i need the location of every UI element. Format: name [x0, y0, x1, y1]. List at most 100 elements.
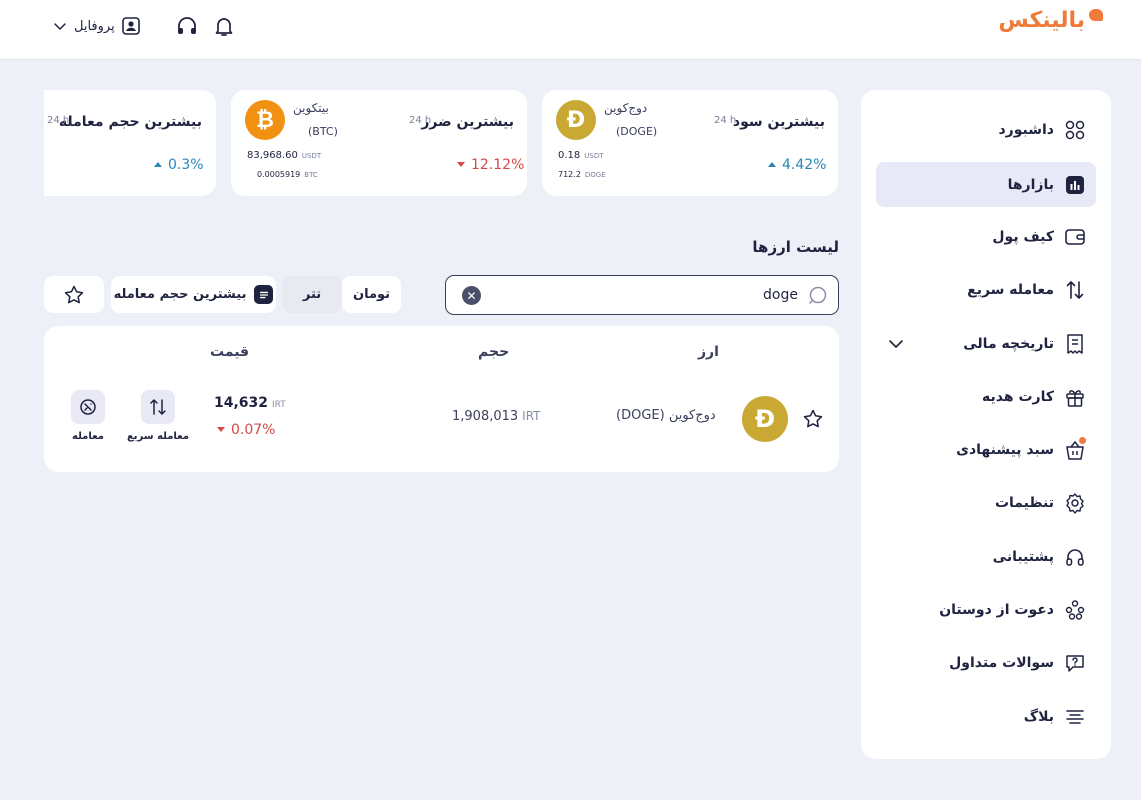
trade-button[interactable]: معامله: [58, 390, 118, 442]
coin-symbol: (DOGE): [616, 125, 658, 138]
period-label: 24 h: [714, 115, 737, 126]
favorites-filter-button[interactable]: [44, 276, 104, 313]
price-usdt: 83,968.60 USDT: [247, 150, 322, 161]
search-icon: [809, 286, 827, 304]
sidebar-item-suggested-basket[interactable]: سبد پیشنهادی: [876, 427, 1096, 472]
card-title: بیشترین حجم معامله: [58, 114, 202, 130]
price-change: 0.07%: [217, 422, 275, 438]
top-gain-card[interactable]: بیشترین سود 24 h Ð دوج‌کوین (DOGE) 0.18 U…: [542, 90, 838, 196]
card-title: بیشترین ضرر: [421, 114, 514, 130]
triangle-up-icon: [154, 162, 162, 167]
logo[interactable]: بالینکس: [998, 8, 1103, 33]
star-icon[interactable]: [802, 408, 824, 430]
triangle-down-icon: [457, 162, 465, 167]
sidebar-item-dashboard[interactable]: داشبورد: [876, 107, 1096, 152]
change-percent: 4.42%: [768, 157, 826, 173]
volume-value: 1,908,013 IRT: [452, 409, 541, 424]
trade-label: معامله: [72, 431, 104, 442]
column-header-price: قیمت: [210, 344, 250, 360]
chevron-down-icon[interactable]: [886, 334, 906, 354]
logo-text: بالینکس: [998, 8, 1085, 33]
bell-icon[interactable]: [212, 14, 236, 38]
sidebar-item-label: بلاگ: [1023, 708, 1054, 725]
headset-icon[interactable]: [175, 14, 199, 38]
logo-mark-icon: [1089, 9, 1103, 21]
column-header-volume: حجم: [478, 344, 510, 360]
sidebar-item-label: تاریخچه مالی: [963, 335, 1054, 352]
currency-table: ارز حجم قیمت Ð دوج‌کوین (DOGE) 1,908,013…: [44, 326, 839, 472]
filter-tether-button[interactable]: تتر: [282, 276, 342, 313]
price-btc: 0.0005919 BTC: [257, 170, 318, 179]
price-doge: 712.2 DOGE: [558, 170, 606, 179]
change-percent: 12.12%: [457, 157, 524, 173]
faq-icon: [1066, 654, 1084, 672]
star-icon: [64, 285, 84, 303]
sidebar-item-financial-history[interactable]: تاریخچه مالی: [876, 321, 1096, 366]
filter-toman-button[interactable]: تومان: [342, 276, 401, 313]
sidebar-item-faq[interactable]: سوالات متداول: [876, 640, 1096, 685]
wallet-icon: [1065, 228, 1085, 245]
doge-coin-icon: Ð: [742, 396, 788, 442]
sidebar-item-label: دعوت از دوستان: [939, 601, 1054, 618]
doge-coin-icon: Ð: [556, 100, 596, 140]
sort-label: بیشترین حجم معامله: [113, 287, 247, 302]
top-loss-card[interactable]: بیشترین ضرر 24 h ₿ بیتکوین (BTC) 83,968.…: [231, 90, 527, 196]
header-actions: پروفایل: [52, 13, 141, 39]
sidebar-item-label: کارت هدیه: [982, 388, 1054, 405]
headset-icon: [1066, 548, 1084, 566]
sidebar-item-invite-friends[interactable]: دعوت از دوستان: [876, 587, 1096, 632]
coin-name: دوج‌کوین (DOGE): [616, 408, 716, 423]
sort-dropdown[interactable]: بیشترین حجم معامله: [111, 276, 276, 313]
sidebar-item-label: تنظیمات: [994, 494, 1054, 511]
top-header: بالینکس پروفایل: [0, 0, 1141, 60]
sidebar-item-wallet[interactable]: کیف پول: [876, 214, 1096, 259]
change-percent: 0.3%: [154, 157, 204, 173]
sidebar-item-gift-card[interactable]: کارت هدیه: [876, 374, 1096, 419]
user-icon: [121, 17, 140, 35]
sidebar-item-label: معامله سریع: [967, 281, 1054, 298]
bitcoin-coin-icon: ₿: [245, 100, 285, 140]
notification-dot: [1079, 437, 1086, 444]
profile-menu[interactable]: پروفایل: [52, 16, 141, 36]
quick-trade-button[interactable]: معامله سریع: [127, 390, 189, 442]
settings-icon: [1066, 492, 1084, 514]
sidebar-item-quick-trade[interactable]: معامله سریع: [876, 267, 1096, 312]
sidebar: داشبورد بازارها کیف پول معامله سریع تاری…: [861, 90, 1111, 759]
sidebar-item-blog[interactable]: بلاگ: [876, 694, 1096, 739]
profile-label: پروفایل: [74, 18, 115, 34]
invite-icon: [1065, 599, 1085, 620]
price-value: 14,632 IRT: [214, 395, 286, 411]
top-volume-card[interactable]: بیشترین حجم معامله 24 h 0.3%: [44, 90, 216, 196]
sidebar-item-label: پشتیبانی: [992, 548, 1054, 565]
blog-icon: [1066, 709, 1084, 724]
coin-symbol: (BTC): [308, 125, 338, 138]
sidebar-item-label: کیف پول: [992, 228, 1054, 245]
sidebar-item-label: بازارها: [1007, 176, 1054, 193]
triangle-up-icon: [768, 162, 776, 167]
sidebar-item-label: سوالات متداول: [949, 654, 1054, 671]
swap-icon: [150, 399, 166, 415]
currency-list-title: لیست ارزها: [752, 238, 839, 256]
period-label: 24 h: [409, 115, 432, 126]
search-input[interactable]: [508, 285, 798, 305]
coin-name: بیتکوین: [293, 101, 329, 115]
sidebar-item-markets[interactable]: بازارها: [876, 162, 1096, 207]
price-usdt: 0.18 USDT: [558, 150, 604, 161]
sidebar-item-settings[interactable]: تنظیمات: [876, 480, 1096, 525]
triangle-down-icon: [217, 427, 225, 432]
trade-icon: [80, 399, 96, 415]
chevron-down-icon: [54, 23, 66, 30]
gift-icon: [1066, 389, 1084, 407]
grid-icon: [1065, 120, 1085, 139]
card-title: بیشترین سود: [732, 114, 825, 130]
chart-icon: [1066, 175, 1084, 194]
swap-icon: [1066, 280, 1084, 299]
sidebar-item-label: داشبورد: [998, 121, 1055, 138]
sidebar-item-support[interactable]: پشتیبانی: [876, 534, 1096, 579]
column-header-currency: ارز: [698, 344, 719, 360]
receipt-icon: [1067, 333, 1083, 354]
clear-search-button[interactable]: ✕: [462, 286, 481, 305]
sort-icon: [254, 285, 274, 304]
sidebar-item-label: سبد پیشنهادی: [956, 441, 1054, 458]
search-box[interactable]: ✕: [445, 275, 839, 315]
